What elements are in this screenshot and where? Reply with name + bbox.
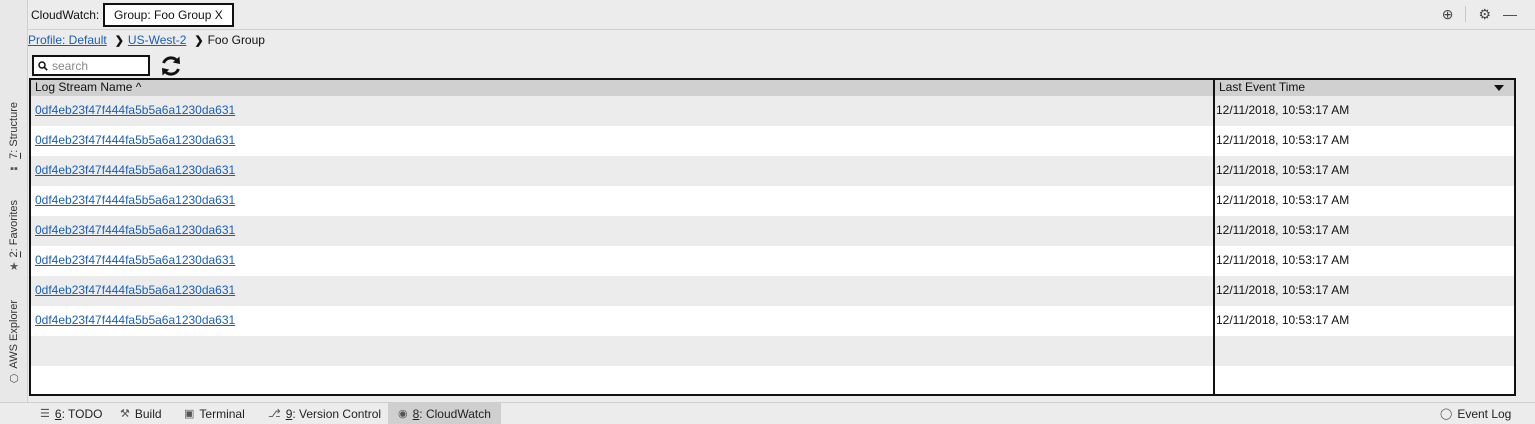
list-icon: ☰ (40, 407, 50, 420)
tab-build-label: Build (134, 406, 162, 421)
favorites-tab-label: 2: Favorites (8, 200, 20, 258)
column-divider[interactable] (1213, 80, 1215, 394)
log-stream-link[interactable]: 0df4eb23f47f444fa5b5a6a1230da631 (35, 163, 235, 177)
column-header-label: Last Event Time (1219, 80, 1306, 94)
table-row[interactable]: 0df4eb23f47f444fa5b5a6a1230da631 12/11/2… (31, 186, 1514, 216)
log-stream-link[interactable]: 0df4eb23f47f444fa5b5a6a1230da631 (35, 313, 235, 327)
tab-cloudwatch-label: 8: CloudWatch (412, 406, 491, 421)
tab-terminal-label: Terminal (199, 406, 245, 421)
tab-version-control[interactable]: ⎇ 9: Version Control (268, 403, 381, 424)
speech-bubble-icon: ◯ (1440, 407, 1453, 420)
log-stream-link[interactable]: 0df4eb23f47f444fa5b5a6a1230da631 (35, 223, 235, 237)
table-row[interactable]: 0df4eb23f47f444fa5b5a6a1230da631 12/11/2… (31, 156, 1514, 186)
log-stream-link[interactable]: 0df4eb23f47f444fa5b5a6a1230da631 (35, 193, 235, 207)
tab-todo[interactable]: ☰ 6: TODO (40, 403, 102, 424)
cloudwatch-icon: ◉ (398, 407, 408, 420)
branch-icon: ⎇ (268, 407, 281, 420)
bottom-tool-bar: ☰ 6: TODO ⚒ Build ▣ Terminal ⎇ 9: Versio… (0, 402, 1535, 424)
header-actions: ⊕ ⚙ — (1442, 6, 1517, 22)
tool-window-header: CloudWatch: Group: Foo Group X ⊕ ⚙ — (28, 0, 1535, 30)
terminal-icon: ▣ (184, 407, 195, 420)
last-event-time: 12/11/2018, 10:53:17 AM (1216, 133, 1350, 147)
favorites-tool-tab[interactable]: 2: Favorites ★ (4, 200, 24, 273)
target-icon[interactable]: ⊕ (1442, 6, 1454, 22)
table-header: Log Stream Name ^ Last Event Time (31, 80, 1514, 96)
tool-window-title: CloudWatch: (31, 8, 100, 22)
tab-event-log-label: Event Log (1457, 406, 1512, 421)
aws-explorer-tool-tab[interactable]: AWS Explorer ⬡ (4, 300, 24, 385)
last-event-time: 12/11/2018, 10:53:17 AM (1216, 253, 1350, 267)
table-row[interactable]: 0df4eb23f47f444fa5b5a6a1230da631 12/11/2… (31, 276, 1514, 306)
table-row[interactable]: 0df4eb23f47f444fa5b5a6a1230da631 12/11/2… (31, 246, 1514, 276)
breadcrumb-region-link[interactable]: US-West-2 (128, 33, 186, 47)
log-streams-table: Log Stream Name ^ Last Event Time 0df4eb… (29, 78, 1516, 396)
search-icon (38, 60, 48, 71)
last-event-time: 12/11/2018, 10:53:17 AM (1216, 313, 1350, 327)
cube-icon: ⬡ (9, 372, 19, 385)
chevron-right-icon: ❯ (194, 34, 204, 47)
tab-group-label: Group: Foo Group X (114, 8, 223, 22)
last-event-time: 12/11/2018, 10:53:17 AM (1216, 103, 1350, 117)
tab-event-log[interactable]: ◯ Event Log (1440, 403, 1511, 424)
hammer-icon: ⚒ (120, 407, 130, 420)
refresh-icon[interactable] (158, 53, 184, 79)
star-icon: ★ (9, 261, 19, 274)
tab-build[interactable]: ⚒ Build (120, 403, 162, 424)
left-tool-rail: 7: Structure ▪▪ 2: Favorites ★ AWS Explo… (0, 0, 28, 402)
gear-icon[interactable]: ⚙ (1478, 6, 1491, 22)
log-stream-link[interactable]: 0df4eb23f47f444fa5b5a6a1230da631 (35, 283, 235, 297)
table-row-empty (31, 366, 1514, 394)
header-separator (1465, 6, 1467, 22)
minimize-icon[interactable]: — (1503, 6, 1517, 22)
breadcrumb: Profile: Default ❯ US-West-2 ❯ Foo Group (28, 32, 265, 48)
log-stream-link[interactable]: 0df4eb23f47f444fa5b5a6a1230da631 (35, 133, 235, 147)
column-header-last-event-time[interactable]: Last Event Time (1215, 80, 1514, 96)
column-header-log-stream-name[interactable]: Log Stream Name ^ (31, 80, 1213, 96)
log-stream-link[interactable]: 0df4eb23f47f444fa5b5a6a1230da631 (35, 103, 235, 117)
tab-version-control-label: 9: Version Control (285, 406, 382, 421)
last-event-time: 12/11/2018, 10:53:17 AM (1216, 283, 1350, 297)
structure-icon: ▪▪ (10, 162, 18, 175)
sort-down-icon[interactable] (1494, 85, 1504, 91)
structure-tool-tab[interactable]: 7: Structure ▪▪ (4, 102, 24, 175)
chevron-right-icon: ❯ (114, 34, 124, 47)
structure-tab-label: 7: Structure (8, 102, 20, 159)
table-row[interactable]: 0df4eb23f47f444fa5b5a6a1230da631 12/11/2… (31, 216, 1514, 246)
last-event-time: 12/11/2018, 10:53:17 AM (1216, 223, 1350, 237)
aws-explorer-tab-label: AWS Explorer (8, 300, 20, 369)
log-stream-link[interactable]: 0df4eb23f47f444fa5b5a6a1230da631 (35, 253, 235, 267)
breadcrumb-profile-link[interactable]: Profile: Default (28, 33, 107, 47)
table-row-empty (31, 336, 1514, 366)
search-box (32, 55, 150, 76)
tab-group-foo-group[interactable]: Group: Foo Group X (103, 3, 234, 27)
last-event-time: 12/11/2018, 10:53:17 AM (1216, 193, 1350, 207)
search-input[interactable] (52, 58, 142, 73)
tab-todo-label: 6: TODO (54, 406, 103, 421)
breadcrumb-group: Foo Group (207, 33, 265, 47)
table-row[interactable]: 0df4eb23f47f444fa5b5a6a1230da631 12/11/2… (31, 306, 1514, 336)
tab-terminal[interactable]: ▣ Terminal (184, 403, 245, 424)
table-row[interactable]: 0df4eb23f47f444fa5b5a6a1230da631 12/11/2… (31, 126, 1514, 156)
tab-cloudwatch[interactable]: ◉ 8: CloudWatch (388, 403, 501, 424)
table-row[interactable]: 0df4eb23f47f444fa5b5a6a1230da631 12/11/2… (31, 96, 1514, 126)
last-event-time: 12/11/2018, 10:53:17 AM (1216, 163, 1350, 177)
